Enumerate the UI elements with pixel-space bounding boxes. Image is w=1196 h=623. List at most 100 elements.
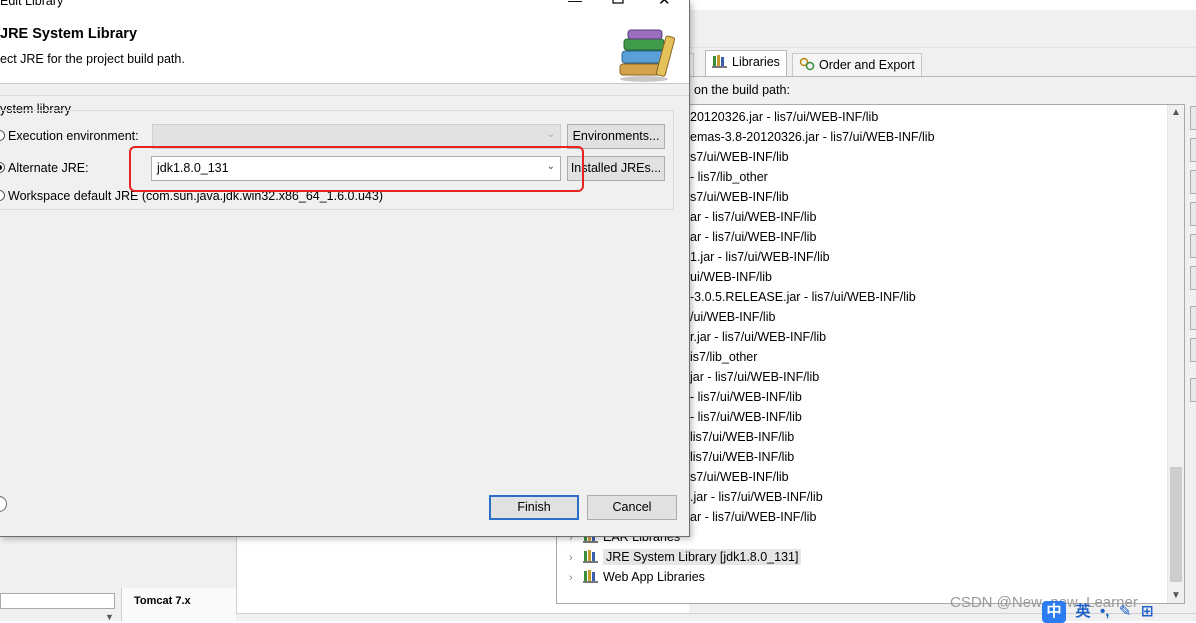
tree-item-label: ui/WEB-INF/lib <box>690 270 772 284</box>
tree-item[interactable]: - lis7/lib_other <box>690 167 768 187</box>
tree-item[interactable]: s7/ui/WEB-INF/lib <box>690 187 789 207</box>
tree-item-label: ar - lis7/ui/WEB-INF/lib <box>690 510 817 524</box>
tree-item[interactable]: - lis7/ui/WEB-INF/lib <box>690 407 802 427</box>
side-button[interactable] <box>1190 234 1196 258</box>
side-button[interactable] <box>1190 266 1196 290</box>
tree-item-label: s7/ui/WEB-INF/lib <box>690 470 789 484</box>
dialog-header: JRE System Library ect JRE for the proje… <box>0 10 689 84</box>
tab-order-and-export[interactable]: Order and Export <box>792 53 922 76</box>
side-button[interactable] <box>1190 338 1196 362</box>
tree-item[interactable]: .jar - lis7/ui/WEB-INF/lib <box>690 487 823 507</box>
tree-item[interactable]: ui/WEB-INF/lib <box>690 267 772 287</box>
tree-item-label: JRE System Library [jdk1.8.0_131] <box>603 549 802 565</box>
ime-toolbar[interactable]: 中 英 •, ✎ ⊞ <box>1042 600 1154 623</box>
tree-item-library[interactable]: › Web App Libraries <box>569 567 705 587</box>
execution-environment-option[interactable]: Execution environment: <box>0 126 139 146</box>
tree-item[interactable]: /ui/WEB-INF/lib <box>690 307 775 327</box>
tree-item-label: s7/ui/WEB-INF/lib <box>690 190 789 204</box>
radio-workspace-default[interactable] <box>0 190 5 201</box>
tree-item[interactable]: 20120326.jar - lis7/ui/WEB-INF/lib <box>690 107 878 127</box>
tree-item-label: - lis7/ui/WEB-INF/lib <box>690 410 802 424</box>
tab-label: Order and Export <box>819 58 915 72</box>
tree-item[interactable]: lis7/ui/WEB-INF/lib <box>690 427 794 447</box>
ime-badge[interactable]: 中 <box>1042 601 1066 623</box>
maximize-icon[interactable] <box>612 0 624 4</box>
chevron-down-icon: ⌄ <box>546 129 555 140</box>
tree-item[interactable]: - lis7/ui/WEB-INF/lib <box>690 387 802 407</box>
tree-item-label: ar - lis7/ui/WEB-INF/lib <box>690 230 817 244</box>
close-icon[interactable]: ✕ <box>658 0 671 9</box>
ime-language[interactable]: 英 <box>1075 600 1090 621</box>
dialog-title-bar: Edit Library — ✕ <box>0 0 689 10</box>
tree-item-label: Web App Libraries <box>603 570 705 584</box>
finish-button[interactable]: Finish <box>489 495 579 520</box>
tree-item-label: jar - lis7/ui/WEB-INF/lib <box>690 370 820 384</box>
tab-label: Libraries <box>732 55 780 69</box>
tree-item[interactable]: emas-3.8-20120326.jar - lis7/ui/WEB-INF/… <box>690 127 935 147</box>
header-title: JRE System Library <box>0 26 138 42</box>
option-label: Alternate JRE: <box>8 161 89 175</box>
pen-icon[interactable]: ✎ <box>1119 602 1132 620</box>
tree-item-library[interactable]: › JRE System Library [jdk1.8.0_131] <box>569 547 802 568</box>
side-button[interactable] <box>1190 106 1196 130</box>
cancel-button[interactable]: Cancel <box>587 495 677 520</box>
alternate-jre-option[interactable]: Alternate JRE: <box>0 158 89 178</box>
tab-libraries[interactable]: Libraries <box>705 50 787 77</box>
scroll-thumb[interactable] <box>1170 467 1182 582</box>
side-button[interactable] <box>1190 202 1196 226</box>
build-path-label: on the build path: <box>694 83 790 97</box>
header-description: ect JRE for the project build path. <box>0 52 185 66</box>
tree-item[interactable]: s7/ui/WEB-INF/lib <box>690 467 789 487</box>
edit-library-dialog: Edit Library — ✕ JRE System Library ect … <box>0 0 690 537</box>
window-top-strip <box>689 0 1196 10</box>
library-icon <box>583 550 598 563</box>
tree-item[interactable]: ar - lis7/ui/WEB-INF/lib <box>690 207 816 227</box>
side-button[interactable] <box>1190 138 1196 162</box>
chevron-right-icon[interactable]: › <box>569 548 583 568</box>
tree-item-label: r.jar - lis7/ui/WEB-INF/lib <box>690 330 827 344</box>
tree-item-label: ar - lis7/ui/WEB-INF/lib <box>690 210 817 224</box>
tree-item-label: 20120326.jar - lis7/ui/WEB-INF/lib <box>690 110 879 124</box>
tree-item[interactable]: jar - lis7/ui/WEB-INF/lib <box>690 367 819 387</box>
tree-item[interactable]: ar - lis7/ui/WEB-INF/lib <box>690 227 816 247</box>
tree-item[interactable]: -3.0.5.RELEASE.jar - lis7/ui/WEB-INF/lib <box>690 287 916 307</box>
tree-item-label: - lis7/ui/WEB-INF/lib <box>690 390 802 404</box>
tree-item[interactable]: 1.jar - lis7/ui/WEB-INF/lib <box>690 247 830 267</box>
tree-item[interactable]: s7/ui/WEB-INF/lib <box>690 147 789 167</box>
libraries-icon <box>712 55 727 68</box>
order-export-icon <box>799 57 815 71</box>
bottom-middle-panel <box>236 536 556 621</box>
tree-item[interactable]: lis7/ui/WEB-INF/lib <box>690 447 794 467</box>
tree-item-label: is7/lib_other <box>690 350 758 364</box>
side-button[interactable] <box>1190 170 1196 194</box>
library-icon <box>583 570 598 583</box>
bottom-field[interactable] <box>0 593 115 609</box>
tree-item-label: .jar - lis7/ui/WEB-INF/lib <box>690 490 823 504</box>
side-button[interactable] <box>1190 378 1196 402</box>
library-books-icon <box>619 29 676 82</box>
radio-alternate-jre[interactable] <box>0 162 5 173</box>
scroll-up-icon[interactable]: ▲ <box>1171 107 1181 118</box>
tree-item-label: s7/ui/WEB-INF/lib <box>690 150 789 164</box>
minimize-icon[interactable]: — <box>568 0 582 8</box>
tomcat-tab-label: Tomcat 7.x <box>134 595 191 607</box>
radio-execution-environment[interactable] <box>0 130 5 141</box>
tree-item[interactable]: r.jar - lis7/ui/WEB-INF/lib <box>690 327 826 347</box>
tree-scrollbar[interactable]: ▲ ▼ <box>1167 105 1184 603</box>
help-icon[interactable] <box>0 496 7 512</box>
grid-icon[interactable]: ⊞ <box>1141 602 1154 620</box>
tree-item[interactable]: ar - lis7/ui/WEB-INF/lib <box>690 507 816 527</box>
tree-item-label: /ui/WEB-INF/lib <box>690 310 776 324</box>
environments-button[interactable]: Environments... <box>567 124 665 149</box>
chevron-right-icon[interactable]: › <box>569 568 583 588</box>
highlight-annotation <box>129 146 584 192</box>
tree-item[interactable]: is7/lib_other <box>690 347 757 367</box>
tree-item-label: emas-3.8-20120326.jar - lis7/ui/WEB-INF/… <box>690 130 935 144</box>
punctuation-icon[interactable]: •, <box>1100 603 1109 620</box>
tomcat-tab[interactable]: Tomcat 7.x <box>121 588 236 621</box>
tree-item-label: 1.jar - lis7/ui/WEB-INF/lib <box>690 250 830 264</box>
scroll-down-icon[interactable]: ▼ <box>1171 590 1181 601</box>
side-button[interactable] <box>1190 306 1196 330</box>
option-label: Execution environment: <box>8 129 139 143</box>
tree-item-label: - lis7/lib_other <box>690 170 768 184</box>
